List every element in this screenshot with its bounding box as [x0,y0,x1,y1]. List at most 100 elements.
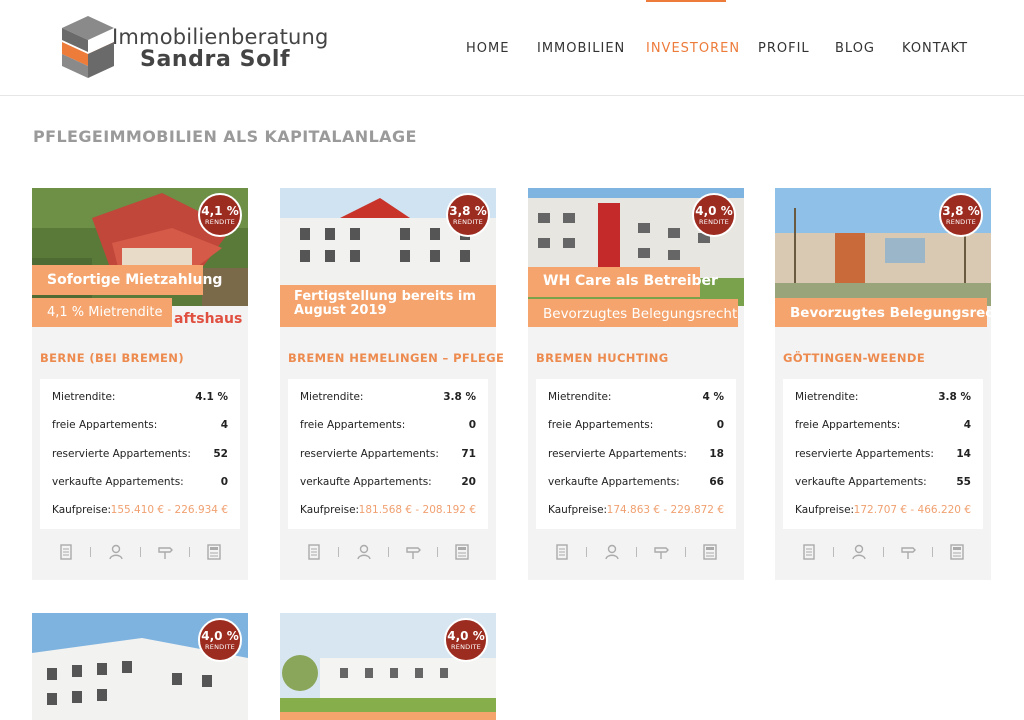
divider [189,547,190,557]
label: Kaufpreise: [300,504,360,516]
rendite-badge: 4,1 % RENDITE [198,193,242,237]
value: 52 [213,448,228,460]
value: 4.1 % [195,391,228,403]
divider [140,547,141,557]
badge-label: RENDITE [453,218,483,226]
rendite-badge: 4,0 % RENDITE [444,618,488,662]
row-mietrendite: Mietrendite: 4.1 % [52,391,228,407]
stats-table: Mietrendite: 4 % freie Appartements: 0 res… [536,379,736,529]
calculator-icon[interactable] [701,543,719,561]
label: Kaufpreise: [52,504,112,516]
value: 0 [220,476,228,488]
property-card[interactable]: 4,0 % RENDITE [280,613,496,720]
property-card[interactable]: 4,0 % RENDITE [32,613,248,720]
active-nav-indicator [646,0,726,2]
badge-value: 4,0 % [695,204,733,218]
label: Mietrendite: [300,391,364,403]
tag-line1: Fertigstellung bereits im [294,289,476,304]
nav-investoren[interactable]: INVESTOREN [646,41,740,56]
calculator-icon[interactable] [453,543,471,561]
value: 0 [468,419,476,431]
row-verkauft: verkaufte Appartements: 0 [52,476,228,492]
location-title[interactable]: BREMEN HEMELINGEN – PFLEGE [288,351,504,365]
property-card[interactable]: Sofortige Mietzahlung 4,1 % Mietrendite … [32,188,248,580]
divider [90,547,91,557]
badge-value: 4,0 % [447,629,485,643]
rendite-badge: 4,0 % RENDITE [692,193,736,237]
badge-value: 4,0 % [201,629,239,643]
person-icon[interactable] [355,543,373,561]
nav-profil[interactable]: PROFIL [758,41,810,56]
nav-home[interactable]: HOME [466,41,509,56]
row-frei: freie Appartements: 4 [795,419,971,435]
card-actions [280,543,496,563]
signpost-icon[interactable] [899,543,917,561]
person-icon[interactable] [107,543,125,561]
tag-primary: Sofortige Mietzahlung [32,265,222,295]
person-icon[interactable] [603,543,621,561]
tag-line2: August 2019 [294,303,387,318]
signpost-icon[interactable] [404,543,422,561]
property-card[interactable]: Fertigstellung bereits im August 2019 3,… [280,188,504,580]
row-verkauft: verkaufte Appartements: 55 [795,476,971,492]
value: 3.8 % [443,391,476,403]
row-reserviert: reservierte Appartements: 71 [300,448,476,464]
card-actions [32,543,248,563]
divider [833,547,834,557]
row-mietrendite: Mietrendite: 4 % [548,391,724,407]
price-range: 155.410 € - 226.934 € [110,504,228,516]
row-verkauft: verkaufte Appartements: 66 [548,476,724,492]
badge-label: RENDITE [699,218,729,226]
document-icon[interactable] [57,543,75,561]
price-range: 174.863 € - 229.872 € [606,504,724,516]
label: Mietrendite: [795,391,859,403]
label: verkaufte Appartements: [795,476,927,488]
document-icon[interactable] [553,543,571,561]
signpost-icon[interactable] [652,543,670,561]
row-frei: freie Appartements: 0 [300,419,476,435]
row-frei: freie Appartements: 0 [548,419,724,435]
card-actions [775,543,991,563]
divider [685,547,686,557]
nav-immobilien[interactable]: IMMOBILIEN [537,41,625,56]
property-card[interactable]: WH Care als Betreiber Bevorzugtes Belegu… [528,188,744,580]
label: Mietrendite: [52,391,116,403]
nav-kontakt[interactable]: KONTAKT [902,41,968,56]
stats-table: Mietrendite: 3.8 % freie Appartements: 4 r… [783,379,983,529]
badge-label: RENDITE [205,218,235,226]
signpost-icon[interactable] [156,543,174,561]
label: freie Appartements: [52,419,158,431]
tag-primary [280,712,496,720]
location-title[interactable]: BREMEN HUCHTING [536,351,669,365]
value: 55 [956,476,971,488]
label: Kaufpreise: [548,504,608,516]
label: freie Appartements: [548,419,654,431]
location-title[interactable]: GÖTTINGEN-WEENDE [783,351,925,365]
nav-blog[interactable]: BLOG [835,41,875,56]
document-icon[interactable] [800,543,818,561]
label: reservierte Appartements: [548,448,687,460]
row-reserviert: reservierte Appartements: 14 [795,448,971,464]
row-mietrendite: Mietrendite: 3.8 % [795,391,971,407]
property-card[interactable]: Bevorzugtes Belegungsrecht 3,8 % RENDITE… [775,188,1009,580]
main-nav: HOME IMMOBILIEN INVESTOREN PROFIL BLOG K… [0,0,1024,96]
label: freie Appartements: [795,419,901,431]
badge-label: RENDITE [946,218,976,226]
badge-label: RENDITE [205,643,235,651]
document-icon[interactable] [305,543,323,561]
row-frei: freie Appartements: 4 [52,419,228,435]
row-verkauft: verkaufte Appartements: 20 [300,476,476,492]
tag-primary: Fertigstellung bereits im August 2019 [280,285,496,327]
divider [586,547,587,557]
value: 0 [716,419,724,431]
location-title[interactable]: BERNE (BEI BREMEN) [40,351,184,365]
label: verkaufte Appartements: [548,476,680,488]
person-icon[interactable] [850,543,868,561]
value: 14 [956,448,971,460]
row-kaufpreise: Kaufpreise: 174.863 € - 229.872 € [548,504,724,520]
page-title: PFLEGEIMMOBILIEN ALS KAPITALANLAGE [33,127,417,146]
calculator-icon[interactable] [948,543,966,561]
calculator-icon[interactable] [205,543,223,561]
badge-value: 4,1 % [201,204,239,218]
tag-primary: WH Care als Betreiber [528,267,718,297]
